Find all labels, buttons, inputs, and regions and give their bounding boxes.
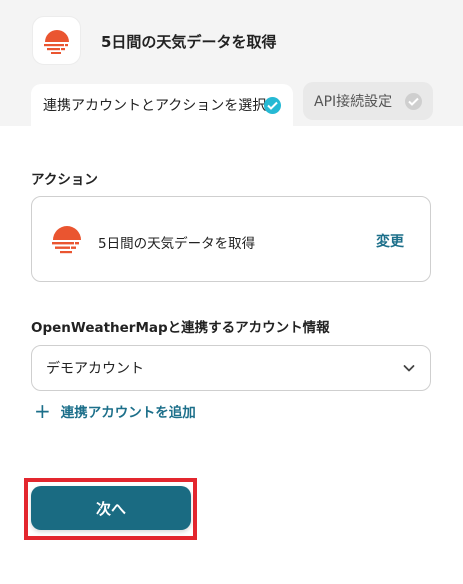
change-action-link[interactable]: 変更 bbox=[376, 231, 404, 251]
app-logo bbox=[32, 16, 81, 65]
add-account-link[interactable]: + 連携アカウントを追加 bbox=[34, 401, 196, 421]
plus-icon: + bbox=[34, 399, 51, 423]
account-select[interactable]: デモアカウント bbox=[31, 345, 431, 391]
tab-account-action[interactable]: 連携アカウントとアクションを選択 bbox=[31, 84, 293, 126]
tab-label: 連携アカウントとアクションを選択 bbox=[43, 98, 267, 114]
action-section-label: アクション bbox=[31, 172, 98, 188]
check-circle-icon bbox=[264, 96, 281, 114]
check-circle-icon bbox=[405, 92, 422, 110]
account-select-value: デモアカウント bbox=[46, 361, 144, 377]
action-name: 5日間の天気データを取得 bbox=[98, 236, 256, 252]
tab-label: API接続設定 bbox=[314, 94, 393, 110]
tab-api-settings[interactable]: API接続設定 bbox=[303, 82, 433, 120]
next-button[interactable]: 次へ bbox=[31, 486, 191, 530]
add-account-label: 連携アカウントを追加 bbox=[60, 405, 196, 421]
openweather-logo-icon bbox=[43, 29, 69, 54]
account-section-label: OpenWeatherMapと連携するアカウント情報 bbox=[31, 320, 330, 336]
chevron-down-icon bbox=[403, 365, 415, 372]
action-card: 5日間の天気データを取得 変更 bbox=[31, 196, 431, 282]
openweather-logo-icon bbox=[52, 226, 81, 254]
page-title: 5日間の天気データを取得 bbox=[101, 33, 277, 51]
